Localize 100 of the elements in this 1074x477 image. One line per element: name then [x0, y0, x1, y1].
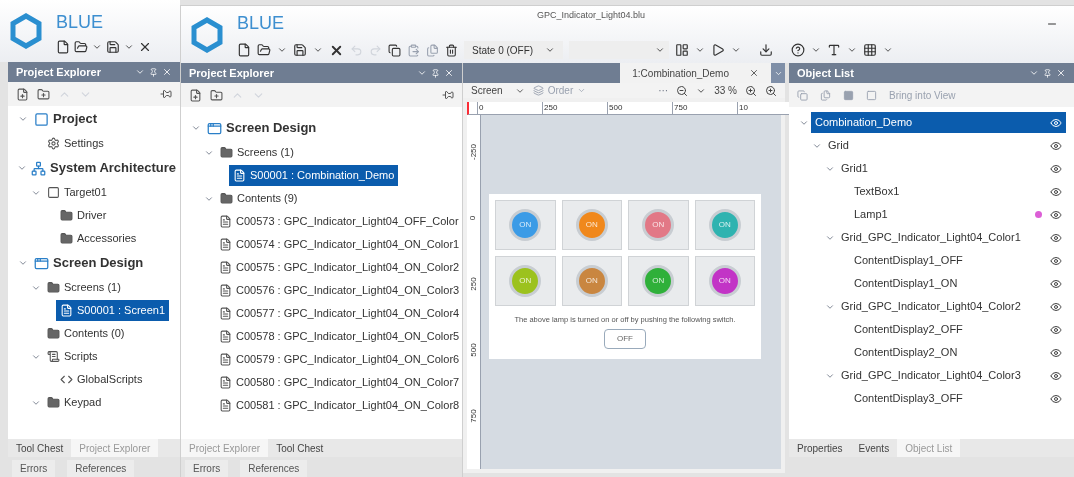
panel-tab[interactable]: Properties [789, 439, 851, 457]
eye-icon[interactable] [1050, 162, 1062, 175]
output-tab[interactable]: References [240, 460, 308, 477]
tree-item[interactable]: C00581 : GPC_Indicator_Light04_ON_Color8 [215, 395, 462, 416]
eye-icon[interactable] [1050, 208, 1062, 221]
dropdown-icon[interactable] [135, 67, 145, 77]
dropdown-caret-icon[interactable] [695, 45, 706, 55]
eye-icon[interactable] [1050, 139, 1062, 152]
expand-chevron-icon[interactable] [191, 123, 201, 133]
state-dropdown[interactable]: State 0 (OFF) [464, 41, 564, 59]
tree-item[interactable]: System Architecture [27, 157, 180, 179]
tree-item[interactable]: Grid_GPC_Indicator_Light04_Color1 [837, 227, 1066, 248]
tree-item[interactable]: C00576 : GPC_Indicator_Light04_ON_Color3 [215, 280, 462, 301]
duplicate-icon[interactable] [426, 43, 439, 57]
output-tab[interactable]: References [67, 460, 135, 477]
tree-item[interactable]: ContentDisplay1_OFF [850, 250, 1066, 271]
tree-item[interactable]: Accessories [56, 228, 141, 249]
tree-item[interactable]: Keypad [43, 392, 106, 413]
tree-item[interactable]: Contents (9) [216, 188, 302, 209]
tree-item[interactable]: Grid1 [837, 158, 1066, 179]
pin-icon[interactable] [149, 67, 158, 77]
dropdown-caret-icon[interactable] [277, 45, 287, 55]
panel-tab[interactable]: Events [850, 439, 898, 457]
close-icon[interactable] [749, 68, 759, 78]
pin-icon[interactable] [1043, 68, 1052, 78]
new-file-icon[interactable] [56, 39, 70, 54]
open-folder-icon[interactable] [257, 43, 271, 57]
tree-item[interactable]: Combination_Demo [811, 112, 1066, 133]
tree-item[interactable]: S00001 : Screen1 [56, 300, 170, 321]
zoom-out-icon[interactable] [676, 84, 689, 97]
tree-item[interactable]: S00001 : Combination_Demo [229, 165, 399, 186]
eye-icon[interactable] [1050, 346, 1062, 359]
copy-icon[interactable] [388, 43, 401, 57]
toggle-switch-button[interactable]: OFF [604, 329, 646, 350]
dropdown-icon[interactable] [1029, 68, 1039, 78]
eye-icon[interactable] [1050, 231, 1062, 244]
pin-dropdown-icon[interactable] [442, 89, 454, 101]
new-file-icon[interactable] [237, 43, 251, 57]
tree-item[interactable]: C00573 : GPC_Indicator_Light04_OFF_Color [215, 211, 462, 232]
tree-item[interactable]: C00575 : GPC_Indicator_Light04_ON_Color2 [215, 257, 462, 278]
font-icon[interactable] [827, 43, 842, 57]
expand-chevron-icon[interactable] [18, 114, 28, 124]
tree-item[interactable]: C00578 : GPC_Indicator_Light04_ON_Color5 [215, 326, 462, 347]
tree-item[interactable]: Scripts [43, 346, 102, 367]
download-icon[interactable] [759, 43, 774, 57]
tree-item[interactable]: Contents (0) [43, 323, 129, 344]
add-folder-icon[interactable] [210, 88, 223, 102]
add-file-icon[interactable] [16, 87, 29, 101]
eye-icon[interactable] [1050, 254, 1062, 267]
help-icon[interactable] [791, 43, 806, 57]
tree-item[interactable]: ContentDisplay2_OFF [850, 319, 1066, 340]
grid-icon[interactable] [863, 43, 878, 57]
tree-item[interactable]: Grid [824, 135, 1066, 156]
dropdown-caret-icon[interactable] [811, 45, 822, 55]
tree-item[interactable]: Driver [56, 205, 111, 226]
tree-item[interactable]: ContentDisplay1_ON [850, 273, 1066, 294]
tree-item[interactable]: Target01 [43, 182, 111, 203]
expand-chevron-icon[interactable] [18, 258, 28, 268]
tree-item[interactable]: C00579 : GPC_Indicator_Light04_ON_Color6 [215, 349, 462, 370]
eye-icon[interactable] [1050, 300, 1062, 313]
dropdown-caret-icon[interactable] [731, 45, 742, 55]
output-tab[interactable]: Errors [12, 460, 56, 477]
eye-icon[interactable] [1050, 277, 1062, 290]
screen-dropdown[interactable]: Screen [471, 83, 525, 98]
eye-icon[interactable] [1050, 392, 1062, 405]
tree-item[interactable]: GlobalScripts [56, 369, 147, 390]
tree-item[interactable]: ContentDisplay2_ON [850, 342, 1066, 363]
zoom-in-icon[interactable] [745, 84, 757, 97]
tree-item[interactable]: Screens (1) [43, 277, 125, 298]
save-icon[interactable] [293, 43, 307, 57]
play-icon[interactable] [711, 43, 726, 57]
tree-item[interactable]: C00574 : GPC_Indicator_Light04_ON_Color1 [215, 234, 462, 255]
more-options[interactable]: ··· [658, 83, 669, 98]
tree-item[interactable]: Project [30, 108, 102, 130]
paste-icon[interactable] [407, 43, 420, 57]
add-file-icon[interactable] [189, 88, 202, 102]
save-icon[interactable] [106, 39, 120, 54]
panel-tab[interactable]: Tool Chest [268, 439, 332, 457]
tree-item[interactable]: TextBox1 [850, 181, 1066, 202]
tree-item[interactable]: Screen Design [203, 117, 321, 139]
pin-icon[interactable] [431, 68, 440, 78]
tree-item[interactable]: Settings [43, 133, 108, 154]
eye-icon[interactable] [1050, 323, 1062, 336]
layout-icon[interactable] [675, 43, 690, 57]
trash-icon[interactable] [445, 43, 458, 57]
tree-item[interactable]: Lamp1 [850, 204, 1066, 225]
document-tab[interactable]: 1:Combination_Demo [620, 63, 771, 83]
eye-icon[interactable] [1050, 369, 1062, 382]
tree-item[interactable]: C00577 : GPC_Indicator_Light04_ON_Color4 [215, 303, 462, 324]
expand-chevron-icon[interactable] [16, 163, 27, 173]
eye-icon[interactable] [1050, 185, 1062, 198]
open-folder-icon[interactable] [74, 39, 88, 54]
tree-item[interactable]: ContentDisplay3_OFF [850, 388, 1066, 409]
tree-item[interactable]: Screens (1) [216, 142, 298, 163]
tree-item[interactable]: Grid_GPC_Indicator_Light04_Color3 [837, 365, 1066, 386]
output-tab[interactable]: Errors [185, 460, 229, 477]
panel-tab[interactable]: Tool Chest [8, 439, 72, 457]
dropdown-caret-icon[interactable] [847, 45, 858, 55]
dropdown-caret-icon[interactable] [313, 45, 323, 55]
tree-item[interactable]: C00580 : GPC_Indicator_Light04_ON_Color7 [215, 372, 462, 393]
